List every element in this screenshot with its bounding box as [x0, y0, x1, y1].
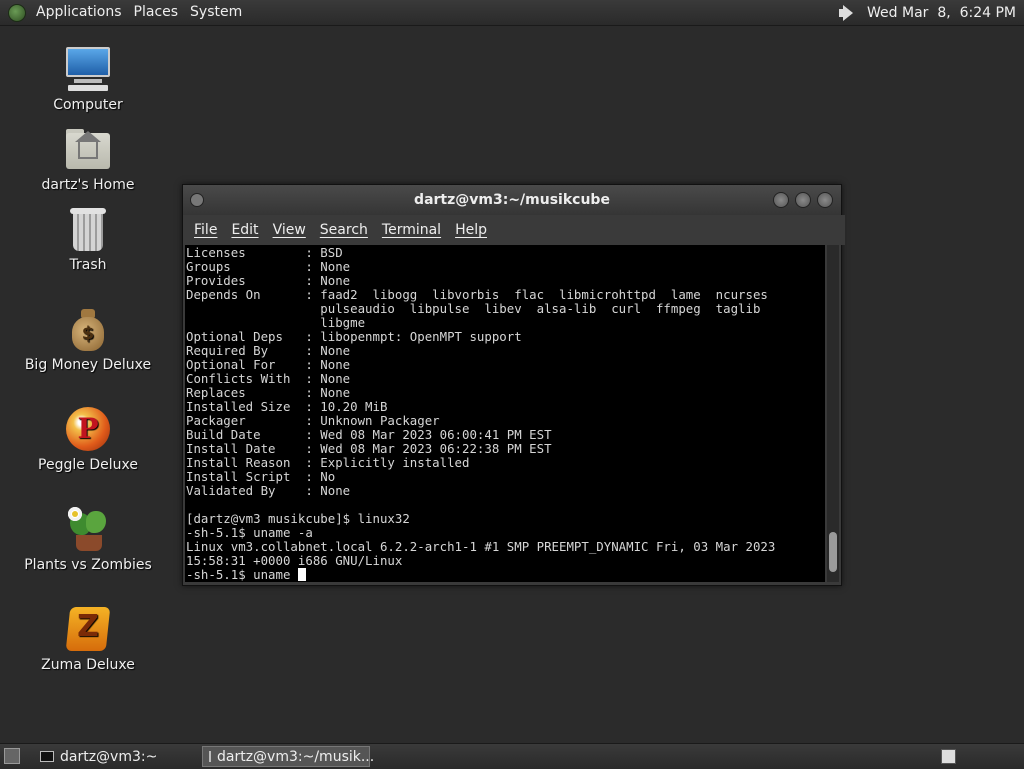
- desktop-icon-label: Computer: [53, 97, 123, 113]
- minimize-icon[interactable]: [773, 192, 789, 208]
- desktop-icon-trash[interactable]: Trash: [18, 205, 158, 273]
- terminal-line: Provides : None: [186, 273, 351, 288]
- places-menu[interactable]: Places: [128, 0, 185, 25]
- terminal-icon: [209, 751, 211, 762]
- desktop-icon-label: Big Money Deluxe: [24, 357, 152, 373]
- desktop-icon-plants-vs-zombies[interactable]: Plants vs Zombies: [18, 505, 158, 573]
- terminal-line: Install Reason : Explicitly installed: [186, 455, 470, 470]
- taskbar-task[interactable]: dartz@vm3:~: [34, 746, 194, 767]
- system-menu[interactable]: System: [184, 0, 248, 25]
- plants-icon: [64, 505, 112, 553]
- terminal-line: Installed Size : 10.20 MiB: [186, 399, 388, 414]
- menu-edit[interactable]: Edit: [224, 222, 265, 238]
- task-label: dartz@vm3:~/musik...: [217, 748, 375, 765]
- workspace-switcher[interactable]: [941, 749, 956, 764]
- terminal-icon: [40, 751, 54, 762]
- window-menu-icon[interactable]: [190, 193, 204, 207]
- money-bag-icon: $: [64, 305, 112, 353]
- terminal-line: Install Script : No: [186, 469, 336, 484]
- terminal-line: Install Date : Wed 08 Mar 2023 06:22:38 …: [186, 441, 552, 456]
- menu-terminal[interactable]: Terminal: [375, 222, 448, 238]
- desktop-icon-computer[interactable]: Computer: [18, 45, 158, 113]
- applications-menu[interactable]: Applications: [30, 0, 128, 25]
- terminal-line: Replaces : None: [186, 385, 351, 400]
- desktop-icon-label: Zuma Deluxe: [41, 657, 135, 673]
- desktop-icon-zuma[interactable]: Z Zuma Deluxe: [18, 605, 158, 673]
- terminal-line: [dartz@vm3 musikcube]$ linux32: [186, 511, 410, 526]
- desktop-icon-big-money[interactable]: $ Big Money Deluxe: [18, 305, 158, 373]
- desktop-icon-peggle[interactable]: P Peggle Deluxe: [18, 405, 158, 473]
- close-icon[interactable]: [817, 192, 833, 208]
- menu-help[interactable]: Help: [448, 222, 494, 238]
- terminal-line: Groups : None: [186, 259, 351, 274]
- desktop-icon-label: Plants vs Zombies: [24, 557, 152, 573]
- desktop-icon-label: Trash: [69, 257, 107, 273]
- maximize-icon[interactable]: [795, 192, 811, 208]
- terminal-line: Linux vm3.collabnet.local 6.2.2-arch1-1 …: [186, 539, 776, 554]
- terminal-line: Packager : Unknown Packager: [186, 413, 440, 428]
- peggle-icon: P: [64, 405, 112, 453]
- home-folder-icon: [64, 125, 112, 173]
- trash-icon: [64, 205, 112, 253]
- terminal-line: -sh-5.1$ uname -a: [186, 525, 313, 540]
- terminal-scrollbar[interactable]: [827, 245, 839, 582]
- terminal-window[interactable]: dartz@vm3:~/musikcube File Edit View Sea…: [182, 184, 845, 586]
- taskbar-task-active[interactable]: dartz@vm3:~/musik...: [202, 746, 374, 767]
- text-cursor: [297, 568, 306, 581]
- menu-search[interactable]: Search: [313, 222, 375, 238]
- computer-icon: [64, 45, 112, 93]
- volume-icon[interactable]: [837, 4, 859, 22]
- terminal-menubar: File Edit View Search Terminal Help: [183, 215, 845, 245]
- task-label: dartz@vm3:~: [60, 748, 158, 765]
- terminal-prompt-line[interactable]: -sh-5.1$ uname: [186, 568, 825, 582]
- terminal-line: Optional For : None: [186, 357, 351, 372]
- window-title: dartz@vm3:~/musikcube: [414, 192, 610, 208]
- terminal-line: Validated By : None: [186, 483, 351, 498]
- terminal-line: libgme: [186, 315, 366, 330]
- bottom-panel: dartz@vm3:~ dartz@vm3:~/musik...: [0, 743, 1024, 769]
- desktop-icon-label: Peggle Deluxe: [38, 457, 138, 473]
- zuma-icon: Z: [64, 605, 112, 653]
- desktop-icon-home[interactable]: dartz's Home: [18, 125, 158, 193]
- prompt-text: -sh-5.1$ uname: [186, 567, 298, 582]
- terminal-line: Required By : None: [186, 343, 351, 358]
- terminal-line: Build Date : Wed 08 Mar 2023 06:00:41 PM…: [186, 427, 552, 442]
- terminal-line: Conflicts With : None: [186, 371, 351, 386]
- menu-view[interactable]: View: [266, 222, 313, 238]
- desktop-icon-label: dartz's Home: [41, 177, 135, 193]
- show-desktop-icon[interactable]: [4, 748, 20, 764]
- terminal-line: 15:58:31 +0000 i686 GNU/Linux: [186, 553, 403, 568]
- clock[interactable]: Wed Mar 8, 6:24 PM: [867, 5, 1016, 21]
- gnome-foot-icon[interactable]: [8, 3, 26, 22]
- window-titlebar[interactable]: dartz@vm3:~/musikcube: [183, 185, 841, 215]
- scrollbar-thumb[interactable]: [829, 532, 837, 572]
- terminal-line: Depends On : faad2 libogg libvorbis flac…: [186, 287, 768, 302]
- terminal-line: Optional Deps : libopenmpt: OpenMPT supp…: [186, 329, 522, 344]
- terminal-output[interactable]: Licenses : BSD Groups : None Provides : No…: [185, 245, 825, 582]
- terminal-line: pulseaudio libpulse libev alsa-lib curl …: [186, 301, 761, 316]
- top-panel: Applications Places System Wed Mar 8, 6:…: [0, 0, 1024, 26]
- menu-file[interactable]: File: [187, 222, 224, 238]
- terminal-line: Licenses : BSD: [186, 245, 343, 260]
